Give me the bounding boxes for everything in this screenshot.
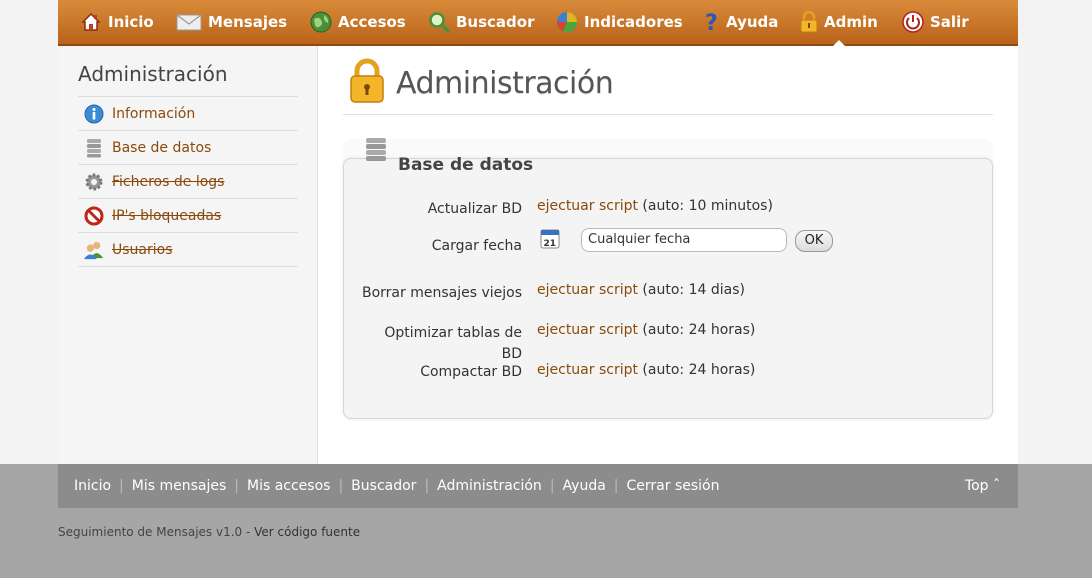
database-icon <box>84 138 104 158</box>
app-version-text: Seguimiento de Mensajes v1.0 - <box>58 525 255 539</box>
footer-bar: Inicio | Mis mensajes | Mis accesos | Busca… <box>58 464 1018 508</box>
page-header: Administración <box>348 58 614 108</box>
magnifier-icon <box>428 11 450 33</box>
nav-accesos[interactable]: Accesos <box>310 0 406 44</box>
nav-label: Indicadores <box>584 13 683 31</box>
pie-chart-icon <box>556 11 578 33</box>
footer-link-ayuda[interactable]: Ayuda <box>563 478 606 494</box>
nav-label: Salir <box>930 13 969 31</box>
run-script-link[interactable]: ejectuar script <box>537 282 638 298</box>
svg-text:?: ? <box>705 11 718 33</box>
sidebar-item-label: Información <box>112 105 196 122</box>
sidebar-item-base-de-datos[interactable]: Base de datos <box>78 131 298 165</box>
svg-text:21: 21 <box>544 239 557 249</box>
home-icon <box>80 11 102 33</box>
row-label: Compactar BD <box>420 364 522 380</box>
footer-link-mis-mensajes[interactable]: Mis mensajes <box>132 478 227 494</box>
source-code-link[interactable]: Ver código fuente <box>254 525 360 539</box>
database-icon <box>364 137 388 169</box>
footer-links: Inicio | Mis mensajes | Mis accesos | Busca… <box>74 464 719 508</box>
nav-salir[interactable]: Salir <box>902 0 969 44</box>
row-value: ejectuar script (auto: 24 horas) <box>537 321 755 339</box>
lock-icon <box>800 10 818 33</box>
nav-buscador[interactable]: Buscador <box>428 0 535 44</box>
date-input[interactable] <box>581 228 787 252</box>
sidebar-item-label: IP's bloqueadas <box>112 207 222 224</box>
sidebar-item-informacion[interactable]: Información <box>78 97 298 131</box>
run-script-link[interactable]: ejectuar script <box>537 362 638 378</box>
back-to-top-link[interactable]: Top ˆ <box>965 464 1000 508</box>
auto-note: (auto: 14 dias) <box>637 282 745 298</box>
run-script-link[interactable]: ejectuar script <box>537 322 638 338</box>
envelope-icon <box>176 11 202 33</box>
lock-icon <box>348 58 386 108</box>
nav-indicadores[interactable]: Indicadores <box>556 0 683 44</box>
divider <box>343 114 993 115</box>
sidebar-item-label: Usuarios <box>112 241 173 258</box>
separator: | <box>424 478 430 494</box>
app-version-note: Seguimiento de Mensajes v1.0 - Ver códig… <box>58 525 360 539</box>
nav-label: Ayuda <box>726 13 779 31</box>
separator: | <box>613 478 619 494</box>
run-script-link[interactable]: ejectuar script <box>537 198 638 214</box>
sidebar-item-label: Ficheros de logs <box>112 173 225 190</box>
nav-label: Inicio <box>108 13 154 31</box>
separator: | <box>119 478 124 494</box>
question-icon: ? <box>704 11 720 36</box>
info-icon <box>84 104 104 124</box>
nav-label: Mensajes <box>208 13 288 31</box>
auto-note: (auto: 24 horas) <box>637 322 756 338</box>
footer-link-cerrar-sesion[interactable]: Cerrar sesión <box>627 478 720 494</box>
gear-icon <box>84 172 104 192</box>
footer-link-inicio[interactable]: Inicio <box>74 478 111 494</box>
nav-label: Accesos <box>338 13 406 31</box>
row-value: ejectuar script (auto: 10 minutos) <box>537 197 773 215</box>
blocked-icon <box>84 206 104 226</box>
sidebar-title: Administración <box>78 62 228 86</box>
database-panel: Base de datos Actualizar BD ejectuar scr… <box>343 138 993 419</box>
power-icon <box>902 11 924 33</box>
nav-inicio[interactable]: Inicio <box>80 0 154 44</box>
page-title: Administración <box>396 65 614 101</box>
nav-mensajes[interactable]: Mensajes <box>176 0 287 44</box>
nav-ayuda[interactable]: ? Ayuda <box>704 0 778 44</box>
nav-admin[interactable]: Admin <box>800 0 878 46</box>
auto-note: (auto: 10 minutos) <box>637 198 773 214</box>
content-area: Administración Información Base de datos… <box>58 46 1018 464</box>
row-label: Actualizar BD <box>427 201 522 217</box>
sidebar-item-ficheros-de-logs[interactable]: Ficheros de logs <box>78 165 298 199</box>
globe-icon <box>310 11 332 33</box>
users-icon <box>84 240 104 260</box>
panel-title: Base de datos <box>398 155 534 175</box>
main-nav: Inicio Mensajes Accesos Buscador Indicad… <box>58 0 1018 46</box>
footer-link-mis-accesos[interactable]: Mis accesos <box>247 478 330 494</box>
footer-link-administracion[interactable]: Administración <box>437 478 542 494</box>
auto-note: (auto: 24 horas) <box>637 362 756 378</box>
sidebar: Administración Información Base de datos… <box>58 46 318 464</box>
sidebar-item-ips-bloqueadas[interactable]: IP's bloqueadas <box>78 199 298 233</box>
nav-label: Buscador <box>456 13 535 31</box>
separator: | <box>338 478 344 494</box>
separator: | <box>234 478 239 494</box>
row-value: ejectuar script (auto: 14 dias) <box>537 281 745 299</box>
separator: | <box>549 478 555 494</box>
sidebar-item-label: Base de datos <box>112 139 212 156</box>
row-value: ejectuar script (auto: 24 horas) <box>537 361 755 379</box>
ok-button[interactable]: OK <box>795 230 833 252</box>
row-label: Borrar mensajes viejos <box>362 285 523 301</box>
sidebar-item-usuarios[interactable]: Usuarios <box>78 233 298 267</box>
calendar-icon[interactable]: 21 <box>540 227 560 249</box>
row-label: Optimizar tablas de BD <box>384 325 522 362</box>
nav-label: Admin <box>824 13 878 31</box>
row-label: Cargar fecha <box>431 238 522 254</box>
footer-link-buscador[interactable]: Buscador <box>351 478 416 494</box>
sidebar-list: Información Base de datos Ficheros de lo… <box>78 96 298 267</box>
panel-header: Base de datos <box>364 137 533 175</box>
